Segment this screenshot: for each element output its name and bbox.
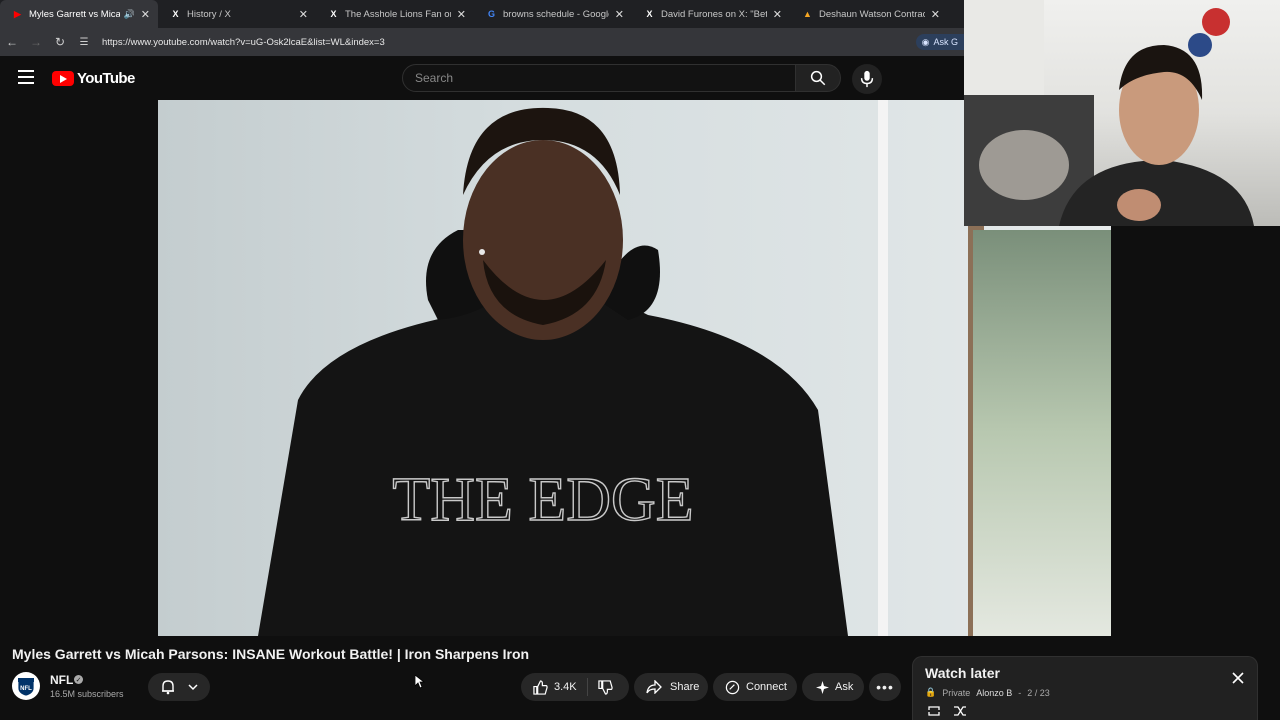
webcam-overlay [964, 0, 1280, 226]
connect-button[interactable]: Connect [713, 673, 797, 701]
browser-tab-strip: ▶ Myles Garrett vs Micah Pars 🔊 ✕ X History /… [0, 0, 964, 28]
forward-icon[interactable]: → [24, 35, 48, 49]
playlist-meta: 🔒 Private Alonzo B - 2 / 23 [925, 687, 1050, 698]
share-button[interactable]: Share [634, 673, 708, 701]
thumbs-up-icon [533, 679, 548, 695]
channel-avatar[interactable]: NFL [12, 672, 40, 700]
url-field[interactable]: https://www.youtube.com/watch?v=uG-Osk2l… [102, 37, 385, 48]
close-tab-icon[interactable]: ✕ [773, 8, 782, 21]
back-icon[interactable]: ← [0, 35, 24, 49]
x-icon: X [330, 9, 337, 19]
loop-icon[interactable] [927, 705, 941, 717]
browser-tab[interactable]: X David Furones on X: "BetMGM ✕ [632, 0, 790, 28]
x-icon: X [646, 9, 653, 19]
like-dislike-group: 3.4K [521, 673, 629, 701]
subscription-bell-button[interactable] [148, 673, 210, 701]
thumbs-down-icon [597, 679, 613, 695]
playlist-panel: Watch later 🔒 Private Alonzo B - 2 / 23 [912, 656, 1258, 720]
lens-icon: ◉ [921, 36, 930, 47]
close-tab-icon[interactable]: ✕ [615, 8, 624, 21]
more-actions-button[interactable]: ••• [869, 673, 901, 701]
browser-tab[interactable]: ▲ Deshaun Watson Contract, Sala ✕ [790, 0, 948, 28]
browser-tab[interactable]: ▶ Myles Garrett vs Micah Pars 🔊 ✕ [0, 0, 158, 28]
playlist-position: 2 / 23 [1027, 687, 1050, 698]
more-horizontal-icon: ••• [876, 679, 894, 695]
playlist-title[interactable]: Watch later [925, 665, 1000, 681]
menu-icon[interactable] [18, 70, 34, 84]
chevron-down-icon [187, 684, 198, 691]
browser-tab[interactable]: X History / X ✕ [158, 0, 316, 28]
close-tab-icon[interactable]: ✕ [299, 8, 308, 21]
google-icon: G [487, 9, 495, 19]
search-button[interactable] [795, 64, 841, 92]
webcam-person [964, 0, 1254, 226]
browser-tab[interactable]: Gbrowns schedule - Google Sear ✕ [474, 0, 632, 28]
hoodie-text: THE EDGE [392, 466, 693, 534]
subscriber-count: 16.5M subscribers [50, 689, 124, 699]
secondary-column [1111, 226, 1280, 636]
bell-icon [161, 680, 174, 695]
search-input[interactable]: Search [402, 64, 796, 92]
video-title: Myles Garrett vs Micah Parsons: INSANE W… [12, 646, 530, 662]
tab-label: The Asshole Lions Fan on X: "h [345, 8, 451, 20]
ask-button[interactable]: Ask [802, 673, 864, 701]
verified-check-icon: ✓ [74, 675, 83, 684]
microphone-icon [860, 70, 874, 88]
mouse-cursor-icon [414, 674, 426, 694]
channel-name[interactable]: NFL [50, 673, 73, 687]
speaker-icon[interactable]: 🔊 [124, 9, 135, 20]
browser-address-bar: ← → ↻ ☰ https://www.youtube.com/watch?v=… [0, 28, 964, 56]
shuffle-icon[interactable] [953, 705, 967, 717]
share-icon [646, 680, 662, 694]
like-button[interactable]: 3.4K [521, 678, 588, 696]
reload-icon[interactable]: ↻ [48, 35, 72, 49]
voice-search-button[interactable] [852, 64, 882, 94]
tab-label: History / X [187, 8, 231, 20]
close-tab-icon[interactable]: ✕ [141, 8, 150, 21]
youtube-masthead: YouTube Search [0, 56, 964, 100]
link-icon [725, 680, 740, 694]
site-icon: ▲ [803, 9, 812, 19]
tab-label: browns schedule - Google Sear [503, 8, 609, 20]
x-icon: X [172, 9, 179, 19]
search-icon [810, 70, 826, 86]
sparkle-icon [816, 680, 829, 694]
close-icon[interactable] [1231, 671, 1245, 690]
like-count: 3.4K [554, 681, 577, 693]
dislike-button[interactable] [588, 679, 613, 695]
youtube-icon: ▶ [14, 8, 21, 19]
playlist-owner[interactable]: Alonzo B [976, 688, 1012, 698]
playlist-privacy: Private [942, 687, 971, 698]
nfl-shield-icon: NFL [17, 677, 35, 697]
close-tab-icon[interactable]: ✕ [931, 8, 940, 21]
lock-icon: 🔒 [925, 687, 937, 697]
svg-text:NFL: NFL [20, 686, 32, 692]
tab-label: Myles Garrett vs Micah Pars [29, 8, 120, 20]
tab-label: David Furones on X: "BetMGM [661, 8, 767, 20]
browser-tab[interactable]: X The Asshole Lions Fan on X: "h ✕ [316, 0, 474, 28]
site-info-icon[interactable]: ☰ [72, 37, 96, 48]
youtube-play-icon [52, 71, 74, 86]
tab-label: Deshaun Watson Contract, Sala [819, 8, 925, 20]
youtube-logo[interactable]: YouTube [52, 70, 135, 87]
close-tab-icon[interactable]: ✕ [457, 8, 466, 21]
ask-google-button[interactable]: ◉ Ask G [915, 34, 964, 50]
